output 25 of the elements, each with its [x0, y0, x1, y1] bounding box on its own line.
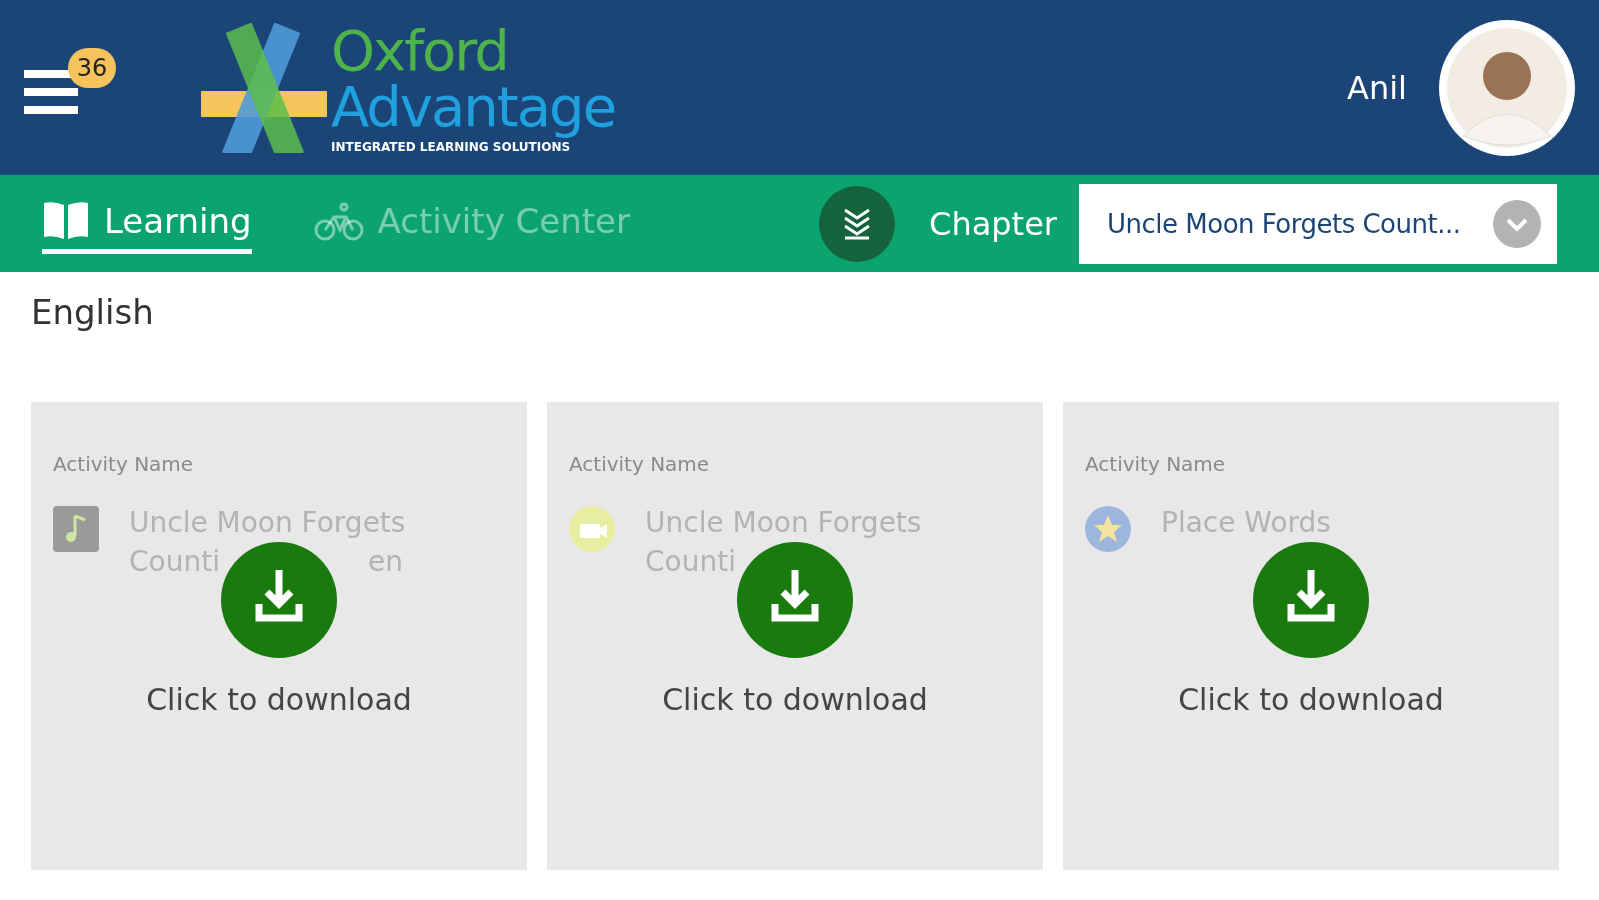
bicycle-icon [313, 201, 364, 241]
field-label: Activity Name [569, 452, 710, 476]
camera-icon [569, 506, 615, 552]
book-icon [42, 201, 90, 241]
download-label: Click to download [146, 682, 412, 717]
chapter-icon [819, 185, 896, 262]
download-label: Click to download [662, 682, 928, 717]
chapter-dropdown[interactable]: Uncle Moon Forgets Count... [1079, 183, 1557, 264]
subject-title: English [31, 292, 155, 332]
chevron-down-icon [1493, 199, 1541, 248]
download-button[interactable] [1253, 542, 1369, 658]
field-label: Activity Name [1085, 452, 1226, 476]
avatar-icon[interactable] [1437, 17, 1577, 158]
music-note-icon [53, 506, 99, 552]
menu-icon[interactable] [24, 69, 78, 116]
chapter-label: Chapter [929, 204, 1057, 243]
field-label: Activity Name [53, 452, 194, 476]
logo-mark-icon [201, 22, 327, 153]
notification-badge: 36 [68, 47, 116, 88]
download-button[interactable] [221, 542, 337, 658]
user-name: Anil [1347, 68, 1407, 107]
logo-tagline: INTEGRATED LEARNING SOLUTIONS [331, 140, 572, 153]
logo-text: Oxford [331, 22, 509, 79]
download-label: Click to download [1178, 682, 1444, 717]
download-button[interactable] [737, 542, 853, 658]
